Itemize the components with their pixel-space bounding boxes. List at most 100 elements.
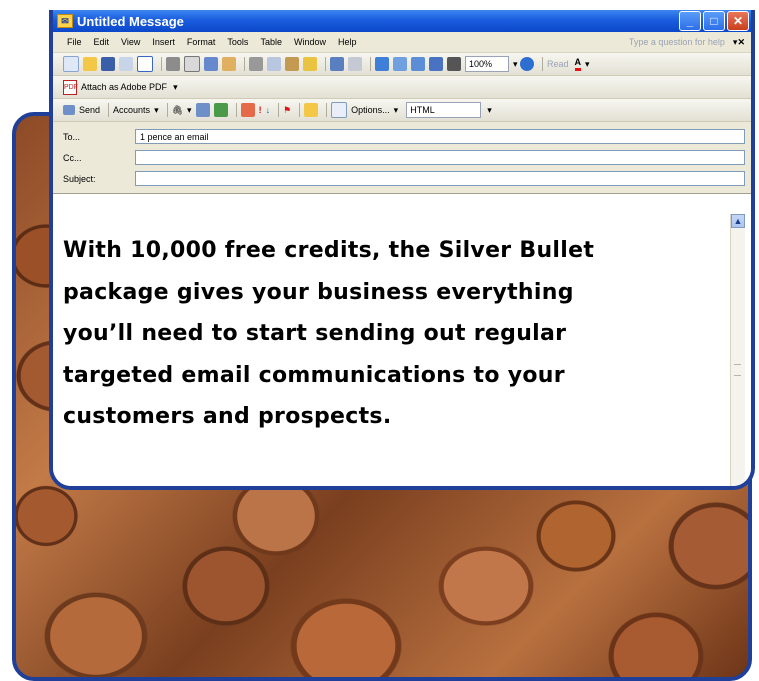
insert-table-icon[interactable] <box>411 57 425 71</box>
cc-field[interactable] <box>135 150 745 165</box>
body-line: package gives your business everything <box>63 279 574 305</box>
tables-icon[interactable] <box>393 57 407 71</box>
to-row: To... 1 pence an email <box>63 126 751 147</box>
vertical-scrollbar[interactable]: ▲ <box>730 214 745 486</box>
scroll-grip[interactable] <box>734 364 741 376</box>
adobe-pdf-icon: PDF <box>63 79 78 95</box>
close-button[interactable]: ✕ <box>727 11 749 31</box>
send-icon[interactable] <box>63 105 75 115</box>
attach-file-icon[interactable]: 🖇 <box>172 105 183 116</box>
accounts-dropdown-icon[interactable]: ▾ <box>154 105 159 116</box>
menu-bar: File Edit View Insert Format Tools Table… <box>53 32 751 53</box>
standard-toolbar: 100% ▾ Read A ▾ <box>53 53 751 76</box>
toolbar-separator <box>326 103 328 117</box>
permission-icon[interactable] <box>119 57 133 71</box>
read-button[interactable]: Read <box>547 59 569 69</box>
follow-up-flag-icon[interactable]: ⚑ <box>283 105 291 116</box>
menu-view[interactable]: View <box>121 37 140 47</box>
menu-tools[interactable]: Tools <box>227 37 248 47</box>
message-format-select[interactable]: HTML <box>406 102 482 118</box>
subject-row: Subject: <box>63 168 751 189</box>
undo-icon[interactable] <box>330 57 344 71</box>
to-field[interactable]: 1 pence an email <box>135 129 745 144</box>
maximize-button[interactable]: □ <box>703 11 725 31</box>
menu-help[interactable]: Help <box>338 37 357 47</box>
message-body[interactable]: With 10,000 free credits, the Silver Bul… <box>53 214 751 486</box>
body-line: you’ll need to start sending out regular <box>63 321 567 346</box>
menu-insert[interactable]: Insert <box>152 37 175 47</box>
save-icon[interactable] <box>101 57 115 71</box>
toolbar-separator <box>161 57 162 71</box>
body-line: With 10,000 free credits, the Silver Bul… <box>63 238 595 263</box>
toolbar-separator <box>370 57 371 71</box>
excel-worksheet-icon[interactable] <box>429 57 443 71</box>
body-line: targeted email communications to your <box>63 362 565 388</box>
toolbar-separator <box>325 57 326 71</box>
toolbar-separator <box>299 103 301 117</box>
email-toolbar: Send Accounts ▾ 🖇 ▾ ! ↓ ⚑ Options... ▾ H… <box>53 99 751 122</box>
message-body-text[interactable]: With 10,000 free credits, the Silver Bul… <box>63 230 711 438</box>
menu-format[interactable]: Format <box>187 37 216 47</box>
cc-button[interactable]: Cc... <box>63 153 135 163</box>
open-icon[interactable] <box>83 57 97 71</box>
email-icon[interactable] <box>137 56 153 72</box>
subject-label: Subject: <box>63 173 96 184</box>
pdf-toolbar: PDF Attach as Adobe PDF ▾ <box>53 76 751 99</box>
menu-file[interactable]: File <box>67 37 82 47</box>
check-names-icon[interactable] <box>213 103 228 117</box>
message-window: ✉ Untitled Message _ □ ✕ File Edit View … <box>49 10 755 490</box>
copy-icon[interactable] <box>267 57 281 71</box>
toolbar-options-icon[interactable]: ▾ <box>173 82 178 93</box>
toolbar-separator <box>235 103 237 117</box>
toolbar-separator <box>108 103 110 117</box>
body-line: customers and prospects. <box>63 404 392 429</box>
options-button[interactable]: Options... <box>351 105 390 115</box>
address-book-icon[interactable] <box>195 103 210 117</box>
print-icon[interactable] <box>166 57 180 71</box>
toolbar-separator <box>244 57 245 71</box>
help-search-input[interactable]: Type a question for help <box>629 37 725 47</box>
menu-window[interactable]: Window <box>294 37 326 47</box>
window-title: Untitled Message <box>77 13 184 29</box>
toolbar-separator <box>166 103 168 117</box>
menu-edit[interactable]: Edit <box>94 37 110 47</box>
message-app-icon: ✉ <box>57 14 73 28</box>
message-header: To... 1 pence an email Cc... Subject: <box>53 122 751 194</box>
spelling-icon[interactable] <box>204 57 218 71</box>
redo-icon[interactable] <box>348 57 362 71</box>
permission-envelope-icon[interactable] <box>304 103 319 117</box>
signature-icon[interactable] <box>240 103 255 117</box>
help-icon[interactable] <box>520 57 535 71</box>
font-color-dropdown-icon[interactable]: ▾ <box>585 59 590 70</box>
close-document-icon[interactable]: ✕ <box>737 37 745 48</box>
menu-table[interactable]: Table <box>260 37 282 47</box>
low-importance-icon[interactable]: ↓ <box>266 105 271 115</box>
print-preview-icon[interactable] <box>184 56 200 72</box>
minimize-button[interactable]: _ <box>679 11 701 31</box>
cut-icon[interactable] <box>249 57 263 71</box>
title-bar: ✉ Untitled Message _ □ ✕ <box>53 10 751 32</box>
toolbar-separator <box>542 57 544 71</box>
attach-dropdown-icon[interactable]: ▾ <box>187 105 192 116</box>
subject-field[interactable] <box>135 171 745 186</box>
hyperlink-icon[interactable] <box>375 57 389 71</box>
zoom-dropdown-icon[interactable]: ▾ <box>513 59 520 70</box>
to-button[interactable]: To... <box>63 132 135 142</box>
options-icon[interactable] <box>331 102 348 118</box>
options-dropdown-icon[interactable]: ▾ <box>394 105 399 116</box>
zoom-select[interactable]: 100% <box>465 56 509 72</box>
new-icon[interactable] <box>63 56 79 72</box>
format-dropdown-icon[interactable]: ▾ <box>487 105 492 116</box>
high-importance-icon[interactable]: ! <box>259 105 262 115</box>
scroll-up-icon[interactable]: ▲ <box>731 214 745 228</box>
cc-row: Cc... <box>63 147 751 168</box>
research-icon[interactable] <box>222 57 236 71</box>
accounts-button[interactable]: Accounts <box>113 105 150 115</box>
send-button[interactable]: Send <box>79 105 100 115</box>
format-painter-icon[interactable] <box>303 57 317 71</box>
paste-icon[interactable] <box>285 57 299 71</box>
font-color-icon[interactable]: A <box>574 57 582 71</box>
attach-pdf-button[interactable]: Attach as Adobe PDF <box>81 82 167 92</box>
columns-icon[interactable] <box>447 57 461 71</box>
toolbar-separator <box>278 103 280 117</box>
